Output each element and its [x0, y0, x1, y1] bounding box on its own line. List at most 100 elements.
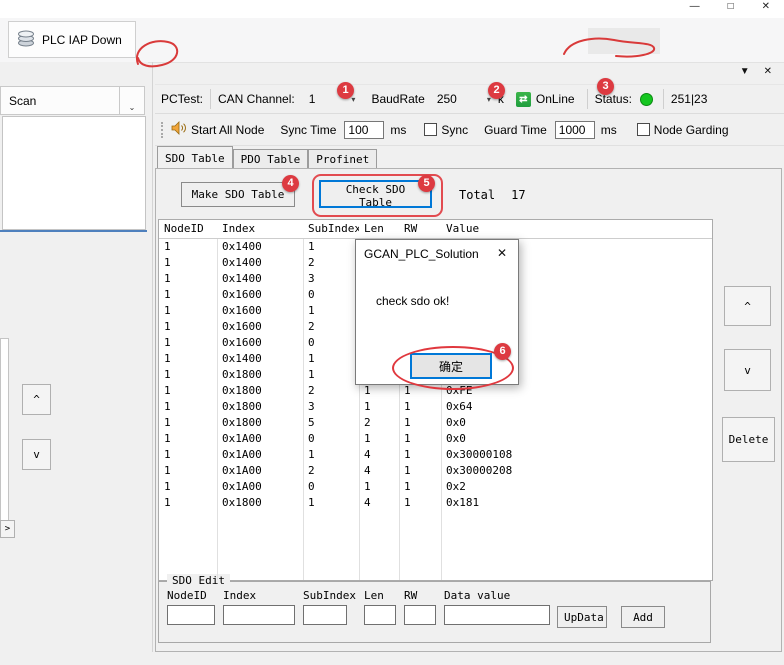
- scroll-up-button[interactable]: ^: [22, 384, 51, 415]
- start-all-node-button[interactable]: Start All Node: [191, 123, 264, 137]
- sdo-edit-field-label: Data value: [444, 589, 550, 602]
- table-cell: 1: [359, 383, 399, 399]
- tab-pdo-table[interactable]: PDO Table: [233, 149, 309, 168]
- can-toolbar: PCTest: CAN Channel: 1 ▾ BaudRate 250 ▾ …: [155, 84, 784, 114]
- sdo-edit-data-value-input[interactable]: [444, 605, 550, 625]
- toolbar-grip: [161, 122, 165, 138]
- can-channel-value[interactable]: 1: [309, 92, 316, 106]
- node-garding-checkbox[interactable]: [637, 123, 650, 136]
- table-row[interactable]: 10x1A002410x30000208: [159, 463, 712, 479]
- sdo-edit-subindex-input[interactable]: [303, 605, 347, 625]
- sdo-edit-field: Data value: [444, 589, 550, 625]
- tab-sdo-table[interactable]: SDO Table: [157, 146, 233, 168]
- table-cell: 1: [303, 239, 359, 255]
- table-row[interactable]: 10x1A000110x2: [159, 479, 712, 495]
- table-cell: 1: [303, 447, 359, 463]
- annotation-badge-2: 2: [488, 82, 505, 99]
- table-cell: 1: [159, 367, 217, 383]
- sdo-edit-index-input[interactable]: [223, 605, 295, 625]
- table-row[interactable]: 10x18005210x0: [159, 415, 712, 431]
- updata-button[interactable]: UpData: [557, 606, 607, 628]
- table-cell: 2: [303, 463, 359, 479]
- sdo-edit-len-input[interactable]: [364, 605, 396, 625]
- table-cell: 1: [159, 383, 217, 399]
- pane-close-icon[interactable]: ✕: [764, 66, 772, 77]
- table-row[interactable]: 10x1A001410x30000108: [159, 447, 712, 463]
- column-header: Value: [441, 220, 712, 238]
- online-label[interactable]: OnLine: [536, 92, 575, 106]
- dialog-close-icon[interactable]: ✕: [497, 246, 507, 260]
- table-cell: 1: [159, 303, 217, 319]
- sdo-edit-fields: NodeIDIndexSubIndexLenRWData value: [167, 589, 558, 625]
- maximize-button[interactable]: □: [728, 1, 734, 12]
- sdo-edit-field: Len: [364, 589, 396, 625]
- sync-checkbox[interactable]: [424, 123, 437, 136]
- node-garding-label: Node Garding: [654, 123, 729, 137]
- scan-panel-header[interactable]: Scan: [0, 86, 120, 115]
- table-row[interactable]: 10x18001410x181: [159, 495, 712, 511]
- delete-button[interactable]: Delete: [722, 417, 775, 462]
- sync-time-label: Sync Time: [280, 123, 336, 137]
- minimize-button[interactable]: —: [690, 1, 700, 12]
- add-button[interactable]: Add: [621, 606, 665, 628]
- sync-time-input[interactable]: [344, 121, 384, 139]
- move-up-button[interactable]: ^: [724, 286, 771, 326]
- table-cell: 2: [303, 255, 359, 271]
- plc-iap-down-button[interactable]: PLC IAP Down: [8, 21, 136, 58]
- sync-time-unit: ms: [390, 123, 406, 137]
- expand-panel-button[interactable]: >: [0, 520, 15, 538]
- check-sdo-table-button[interactable]: Check SDO Table: [319, 180, 432, 208]
- message-dialog: GCAN_PLC_Solution ✕ check sdo ok! 确定: [355, 239, 519, 385]
- move-down-button[interactable]: v: [724, 349, 771, 391]
- dialog-ok-button[interactable]: 确定: [410, 353, 492, 379]
- scan-label: Scan: [9, 94, 36, 108]
- table-cell: 1: [303, 367, 359, 383]
- table-cell: 1: [159, 415, 217, 431]
- vertical-splitter[interactable]: [152, 62, 153, 652]
- table-cell: 1: [159, 255, 217, 271]
- guard-time-input[interactable]: [555, 121, 595, 139]
- online-icon[interactable]: ⇄: [516, 92, 531, 107]
- table-cell: 1: [159, 271, 217, 287]
- table-cell: 0x64: [441, 399, 712, 415]
- top-toolbar: PLC IAP Down: [0, 18, 784, 63]
- baudrate-label: BaudRate: [371, 92, 424, 106]
- sdo-edit-rw-input[interactable]: [404, 605, 436, 625]
- table-cell: 1: [359, 399, 399, 415]
- table-cell: 1: [359, 479, 399, 495]
- pane-collapse-icon[interactable]: ▼: [740, 66, 750, 77]
- guard-time-unit: ms: [601, 123, 617, 137]
- table-row[interactable]: 10x1A000110x0: [159, 431, 712, 447]
- tab-profinet[interactable]: Profinet: [308, 149, 377, 168]
- toolbar-separator: [587, 89, 588, 109]
- message-counter: 251|23: [671, 92, 708, 106]
- sdo-edit-nodeid-input[interactable]: [167, 605, 215, 625]
- table-cell: 1: [399, 415, 441, 431]
- scan-dropdown-button[interactable]: ⌄: [120, 86, 145, 115]
- table-cell: 0x1400: [217, 271, 303, 287]
- table-cell: 0x0: [441, 431, 712, 447]
- plc-iap-down-label: PLC IAP Down: [42, 33, 122, 47]
- baudrate-value[interactable]: 250: [437, 92, 457, 106]
- table-cell: 2: [359, 415, 399, 431]
- speaker-icon: [171, 121, 187, 138]
- scan-result-list[interactable]: [2, 116, 146, 230]
- toolbar-separator: [210, 89, 211, 109]
- table-row[interactable]: 10x18003110x64: [159, 399, 712, 415]
- table-row[interactable]: 10x18002110xFE: [159, 383, 712, 399]
- table-cell: 0: [303, 287, 359, 303]
- table-cell: 0x30000108: [441, 447, 712, 463]
- make-sdo-table-button[interactable]: Make SDO Table: [181, 182, 295, 207]
- table-cell: 1: [359, 431, 399, 447]
- annotation-badge-4: 4: [282, 175, 299, 192]
- close-button[interactable]: ✕: [762, 1, 770, 12]
- table-cell: 1: [159, 319, 217, 335]
- table-cell: 3: [303, 399, 359, 415]
- scroll-down-button[interactable]: v: [22, 439, 51, 470]
- table-cell: 0x1600: [217, 319, 303, 335]
- table-cell: 3: [303, 271, 359, 287]
- table-cell: 1: [159, 239, 217, 255]
- table-cell: 0x1800: [217, 415, 303, 431]
- collapsed-panel-strip[interactable]: [0, 338, 9, 522]
- table-cell: 5: [303, 415, 359, 431]
